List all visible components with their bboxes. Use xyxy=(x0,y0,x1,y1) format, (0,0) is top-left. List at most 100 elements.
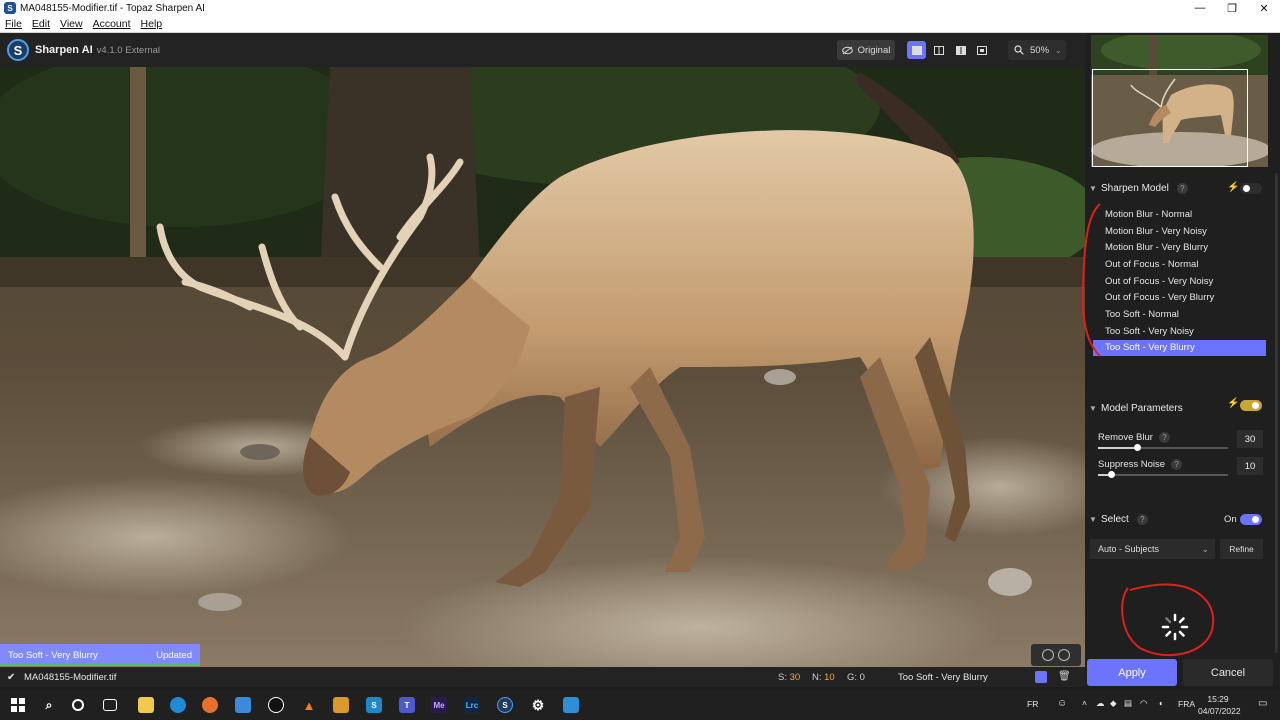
panel-scrollbar[interactable] xyxy=(1275,173,1278,653)
slider-thumb[interactable] xyxy=(1134,444,1141,451)
windows-logo-icon xyxy=(11,698,25,712)
single-view-button[interactable] xyxy=(907,41,926,59)
side-by-side-button[interactable] xyxy=(951,41,970,59)
cancel-button[interactable]: Cancel xyxy=(1183,659,1273,686)
sharpen-ai-taskbar-icon[interactable]: S xyxy=(497,697,513,713)
image-tools xyxy=(1031,644,1081,666)
model-item[interactable]: Out of Focus - Normal xyxy=(1093,256,1266,273)
zoom-control[interactable]: 50% ⌄ xyxy=(1008,40,1066,60)
quad-view-icon xyxy=(976,45,987,55)
help-icon[interactable]: ? xyxy=(1158,432,1170,443)
settings-icon[interactable]: ⚙ xyxy=(530,697,546,713)
tray-language-label[interactable]: FR xyxy=(1027,699,1038,709)
notification-icon[interactable]: ▭ xyxy=(1258,698,1267,709)
photos-app-icon[interactable] xyxy=(563,697,579,713)
media-encoder-icon[interactable]: Me xyxy=(431,697,447,713)
sharpen-logo-icon: S xyxy=(7,39,29,61)
original-label: Original xyxy=(857,44,891,56)
model-item[interactable]: Out of Focus - Very Blurry xyxy=(1093,289,1266,306)
chevron-up-icon[interactable]: ˄ xyxy=(1082,698,1087,708)
sharpen-auto-toggle[interactable] xyxy=(1240,183,1262,194)
store-icon[interactable] xyxy=(235,697,251,713)
minimize-button[interactable]: — xyxy=(1184,0,1216,16)
original-button[interactable]: Original xyxy=(837,40,895,60)
dropbox-icon[interactable]: ◆ xyxy=(1110,698,1117,709)
model-item[interactable]: Out of Focus - Very Noisy xyxy=(1093,273,1266,290)
model-item[interactable]: Motion Blur - Normal xyxy=(1093,206,1266,223)
parameters-auto-toggle[interactable] xyxy=(1240,400,1262,411)
cortana-icon[interactable] xyxy=(72,699,84,711)
model-parameters-title: Model Parameters xyxy=(1101,402,1183,414)
help-icon[interactable]: ? xyxy=(1136,513,1148,525)
split-view-button[interactable] xyxy=(929,41,948,59)
window-title: MA048155-Modifier.tif - Topaz Sharpen AI xyxy=(20,2,205,14)
remove-blur-value[interactable]: 30 xyxy=(1237,430,1263,448)
skype-icon[interactable]: S xyxy=(366,697,382,713)
edge-icon[interactable] xyxy=(170,697,186,713)
system-clock[interactable]: 15:29 04/07/2022 xyxy=(1198,693,1241,717)
suppress-noise-value[interactable]: 10 xyxy=(1237,457,1263,475)
check-icon: ✔ xyxy=(7,671,16,683)
search-icon[interactable]: ⌕ xyxy=(41,697,57,713)
stat-grain: G: 0 xyxy=(847,672,865,683)
clock-date: 04/07/2022 xyxy=(1198,706,1241,716)
right-panel: ▼ Sharpen Model ? ⚡ Motion Blur - Normal… xyxy=(1085,33,1280,687)
navigator-viewport[interactable] xyxy=(1092,69,1248,167)
status-model-label: Too Soft - Very Blurry xyxy=(8,649,98,661)
trash-icon[interactable]: 🗑 xyxy=(1058,671,1071,683)
volume-icon[interactable]: ◖ xyxy=(1158,698,1163,708)
tray-language-code[interactable]: FRA xyxy=(1178,699,1195,709)
model-item[interactable]: Too Soft - Normal xyxy=(1093,306,1266,323)
stat-n-label: N: xyxy=(812,671,822,683)
vlc-icon[interactable]: ▲ xyxy=(301,697,317,713)
navigator-thumbnail[interactable] xyxy=(1091,35,1268,167)
model-item[interactable]: Motion Blur - Very Blurry xyxy=(1093,239,1266,256)
model-item[interactable]: Motion Blur - Very Noisy xyxy=(1093,223,1266,240)
remove-blur-slider[interactable] xyxy=(1098,444,1228,451)
stat-sharpen: S: 30 xyxy=(778,672,800,683)
video-app-icon[interactable] xyxy=(333,697,349,713)
face-refine-icon[interactable] xyxy=(1058,649,1070,661)
windows-start-icon[interactable] xyxy=(10,697,26,713)
select-mode-dropdown[interactable]: Auto - Subjects ⌄ xyxy=(1090,539,1215,559)
close-button[interactable]: ✕ xyxy=(1248,0,1280,16)
toggle-knob xyxy=(1252,516,1259,523)
people-icon[interactable]: ☺ xyxy=(1057,698,1067,709)
media-player-icon[interactable] xyxy=(268,697,284,713)
firefox-icon[interactable] xyxy=(202,697,218,713)
auto-bolt-icon: ⚡ xyxy=(1227,398,1240,409)
model-item[interactable]: Too Soft - Very Noisy xyxy=(1093,323,1266,340)
app-icon: S xyxy=(4,2,16,14)
image-canvas[interactable]: Too Soft - Very Blurry Updated xyxy=(0,67,1085,667)
apply-button[interactable]: Apply xyxy=(1087,659,1177,686)
task-view-icon[interactable] xyxy=(103,699,117,711)
loading-spinner-icon xyxy=(1161,613,1189,641)
lightroom-classic-icon[interactable]: Lrc xyxy=(464,697,480,713)
menu-file[interactable]: File xyxy=(0,18,27,30)
slider-thumb[interactable] xyxy=(1108,471,1115,478)
menu-view[interactable]: View xyxy=(55,18,88,30)
compare-icon[interactable] xyxy=(1035,671,1047,683)
refine-button[interactable]: Refine xyxy=(1220,539,1263,559)
slider-fill xyxy=(1098,447,1137,449)
help-icon[interactable]: ? xyxy=(1176,182,1188,194)
stat-g-value: 0 xyxy=(859,671,865,683)
help-icon[interactable]: ? xyxy=(1171,459,1183,470)
menu-edit[interactable]: Edit xyxy=(27,18,55,30)
select-toggle[interactable] xyxy=(1240,514,1262,525)
teams-icon[interactable]: T xyxy=(399,697,415,713)
suppress-noise-slider[interactable] xyxy=(1098,471,1228,478)
file-explorer-icon[interactable] xyxy=(138,697,154,713)
wifi-icon[interactable]: ◠ xyxy=(1140,698,1147,709)
bottom-bar: ✔ MA048155-Modifier.tif S: 30 N: 10 G: 0… xyxy=(0,667,1085,687)
maximize-button[interactable]: ❐ xyxy=(1216,0,1248,16)
menu-help[interactable]: Help xyxy=(136,18,168,30)
face-icon[interactable] xyxy=(1042,649,1054,661)
network-icon[interactable]: ▤ xyxy=(1124,698,1132,709)
cloud-icon[interactable]: ☁ xyxy=(1096,698,1105,709)
toggle-knob xyxy=(1243,185,1250,192)
quad-view-button[interactable] xyxy=(972,41,991,59)
model-item-selected[interactable]: Too Soft - Very Blurry xyxy=(1093,339,1266,357)
menu-account[interactable]: Account xyxy=(88,18,136,30)
title-bar: S MA048155-Modifier.tif - Topaz Sharpen … xyxy=(0,0,1280,16)
